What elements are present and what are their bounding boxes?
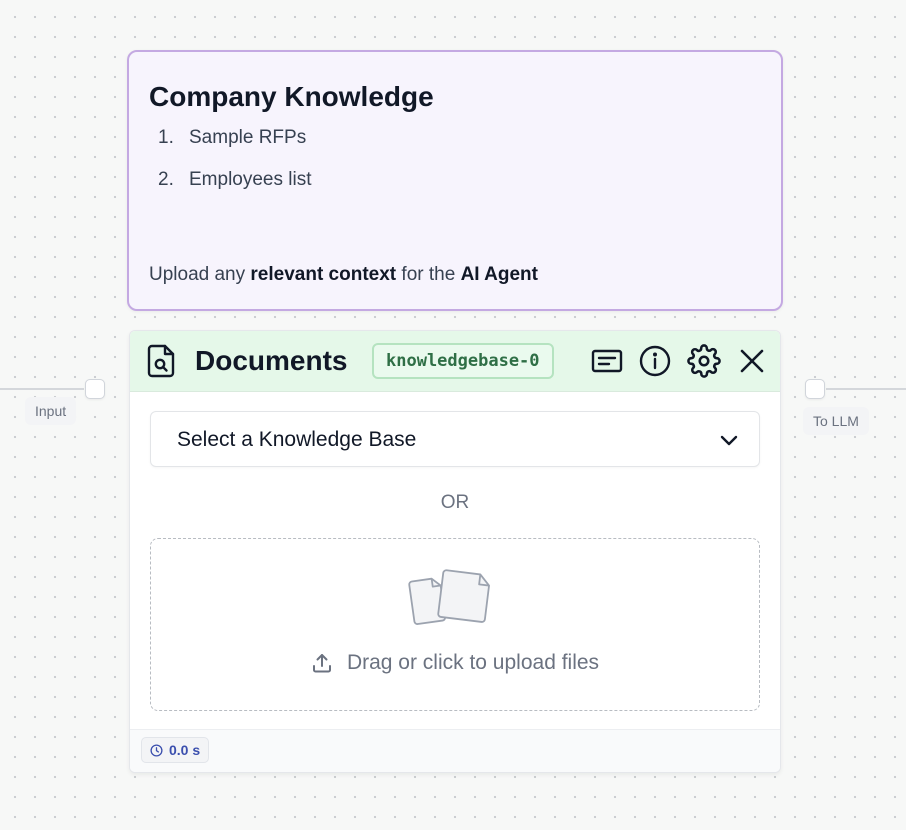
note-footer: Upload any relevant context for the AI A… — [149, 263, 538, 287]
execution-time-badge: 0.0 s — [141, 737, 210, 763]
input-handle-label: Input — [25, 397, 77, 425]
output-edge — [826, 388, 906, 390]
note-footer-bold-context: relevant context — [250, 264, 397, 285]
note-title: Company Knowledge — [149, 81, 434, 112]
note-list-item: 1. Sample RFPs — [149, 126, 761, 150]
list-text: Sample RFPs — [189, 127, 307, 148]
file-upload-dropzone[interactable]: Drag or click to upload files — [150, 538, 760, 711]
list-number: 2. — [158, 169, 174, 190]
input-handle[interactable] — [85, 379, 105, 399]
description-icon[interactable] — [590, 344, 624, 378]
chevron-down-icon — [720, 435, 738, 446]
execution-time-value: 0.0 s — [169, 742, 201, 758]
documents-title: Documents — [195, 345, 348, 376]
list-text: Employees list — [189, 169, 312, 190]
knowledge-base-select-placeholder: Select a Knowledge Base — [177, 428, 417, 451]
note-node[interactable]: Company Knowledge 1. Sample RFPs 2. Empl… — [127, 50, 783, 311]
upload-icon — [312, 654, 331, 673]
clock-icon — [150, 743, 163, 757]
documents-node[interactable]: Documents knowledgebase-0 Select a Knowl… — [129, 330, 781, 773]
or-divider: OR — [440, 492, 470, 513]
note-footer-bold-agent: AI Agent — [460, 264, 538, 285]
note-list-item: 2. Employees list — [149, 168, 761, 192]
gear-icon[interactable] — [687, 344, 721, 378]
output-handle[interactable] — [805, 379, 825, 399]
knowledgebase-id-badge[interactable]: knowledgebase-0 — [372, 343, 554, 379]
output-handle-label: To LLM — [803, 407, 869, 435]
note-footer-middle: for the — [396, 264, 461, 285]
files-icon — [408, 569, 490, 625]
note-footer-prefix: Upload any — [149, 264, 251, 285]
documents-node-header[interactable]: Documents knowledgebase-0 — [130, 331, 780, 392]
upload-text: Drag or click to upload files — [346, 651, 600, 674]
list-number: 1. — [158, 127, 174, 148]
documents-node-footer: 0.0 s — [130, 729, 780, 772]
input-edge — [0, 388, 84, 390]
upload-prompt[interactable]: Drag or click to upload files — [151, 651, 759, 675]
knowledge-base-select[interactable]: Select a Knowledge Base — [150, 411, 760, 467]
note-list: 1. Sample RFPs 2. Employees list — [149, 126, 761, 192]
info-icon[interactable] — [638, 344, 672, 378]
close-icon[interactable] — [735, 344, 769, 378]
file-search-icon — [147, 344, 175, 378]
